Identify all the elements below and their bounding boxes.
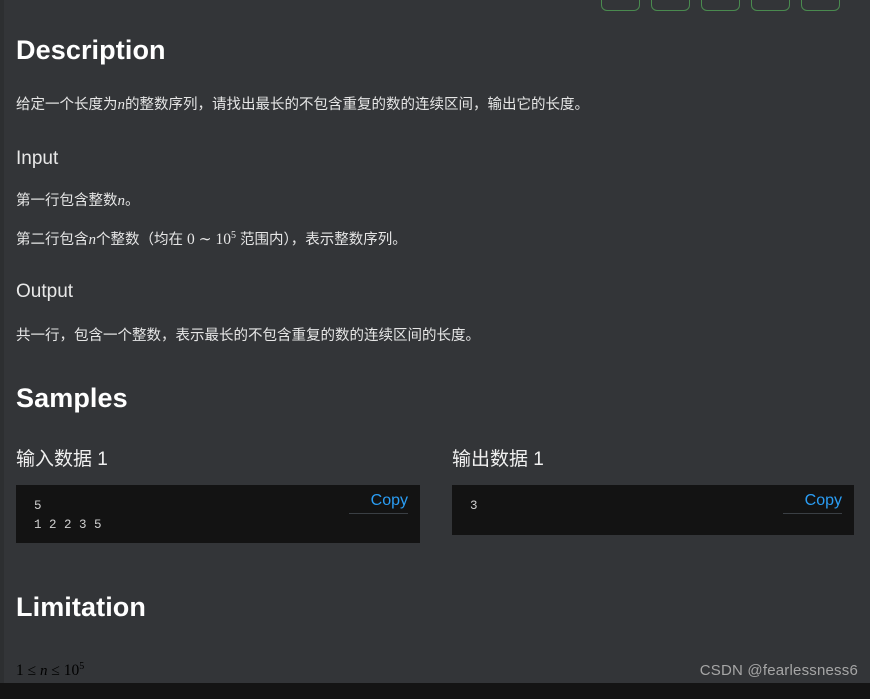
input-line1-prefix: 第一行包含整数 [16, 193, 118, 209]
left-gutter [0, 0, 4, 683]
tag-chip-1[interactable] [601, 0, 640, 11]
limitation-hi-exp: 5 [79, 661, 85, 672]
sample-output-box: 3 Copy [452, 485, 854, 535]
limitation-le-1: ≤ [23, 662, 41, 680]
input-line2-range-hi: 105 [215, 230, 237, 249]
sample-input-box: 5 1 2 2 3 5 Copy [16, 485, 420, 543]
input-line-2: 第二行包含n个整数（均在 0 ∼ 105 范围内），表示整数序列。 [16, 228, 407, 252]
output-heading: Output [16, 281, 74, 302]
output-line-1: 共一行，包含一个整数，表示最长的不包含重复的数的连续区间的长度。 [16, 328, 480, 344]
limitation-lo: 1 [16, 662, 24, 680]
samples-heading: Samples [16, 383, 128, 413]
input-line1-suffix: 。 [125, 193, 140, 209]
copy-output-button[interactable]: Copy [782, 491, 842, 515]
csdn-watermark: CSDN @fearlessness6 [699, 662, 858, 679]
tag-chip-3[interactable] [701, 0, 740, 11]
limitation-hi-base: 10 [63, 662, 80, 680]
samples-row: 输入数据 1 5 1 2 2 3 5 Copy 输出数据 1 3 Copy [0, 450, 870, 565]
input-line1-var-n: n [117, 193, 126, 209]
description-text: 给定一个长度为n的整数序列，请找出最长的不包含重复的数的连续区间，输出它的长度。 [16, 94, 589, 117]
copy-input-button[interactable]: Copy [348, 491, 408, 515]
limitation-le-2: ≤ [47, 662, 64, 680]
limitation-heading: Limitation [16, 592, 146, 622]
input-line-1: 第一行包含整数n。 [16, 190, 140, 213]
input-heading: Input [16, 148, 59, 169]
sample-input-line-2: 1 2 2 3 5 [34, 518, 102, 533]
input-line2-tilde: ∼ [194, 231, 216, 249]
tag-chip-4[interactable] [751, 0, 790, 11]
input-line2-range-lo: 0 [187, 231, 195, 249]
limitation-var-n: n [40, 663, 48, 680]
tag-chip-2[interactable] [651, 0, 690, 11]
sample-input-column: 输入数据 1 5 1 2 2 3 5 Copy [16, 450, 420, 543]
description-text-suffix: 的整数序列，请找出最长的不包含重复的数的连续区间，输出它的长度。 [125, 97, 589, 113]
bottom-strip [0, 683, 870, 699]
limitation-expression: 1 ≤ n ≤ 105 [16, 661, 84, 680]
problem-panel: Description 给定一个长度为n的整数序列，请找出最长的不包含重复的数的… [0, 0, 870, 683]
input-line2-var-n: n [88, 232, 97, 249]
description-text-prefix: 给定一个长度为 [16, 97, 118, 113]
description-heading: Description [16, 35, 166, 65]
input-line2-prefix: 第二行包含 [16, 232, 89, 249]
sample-output-label: 输出数据 1 [452, 449, 544, 470]
description-var-n: n [117, 97, 126, 113]
sample-output-column: 输出数据 1 3 Copy [452, 450, 854, 535]
input-line2-mid: 个整数（均在 [96, 232, 188, 249]
tag-chip-5[interactable] [801, 0, 840, 11]
limitation-hi: 105 [63, 661, 85, 680]
page-root: Description 给定一个长度为n的整数序列，请找出最长的不包含重复的数的… [0, 0, 870, 699]
input-line2-suffix: 范围内），表示整数序列。 [236, 232, 407, 249]
input-line2-range-hi-base: 10 [215, 231, 232, 249]
tag-chip-row [601, 0, 840, 11]
sample-input-label: 输入数据 1 [16, 449, 108, 470]
